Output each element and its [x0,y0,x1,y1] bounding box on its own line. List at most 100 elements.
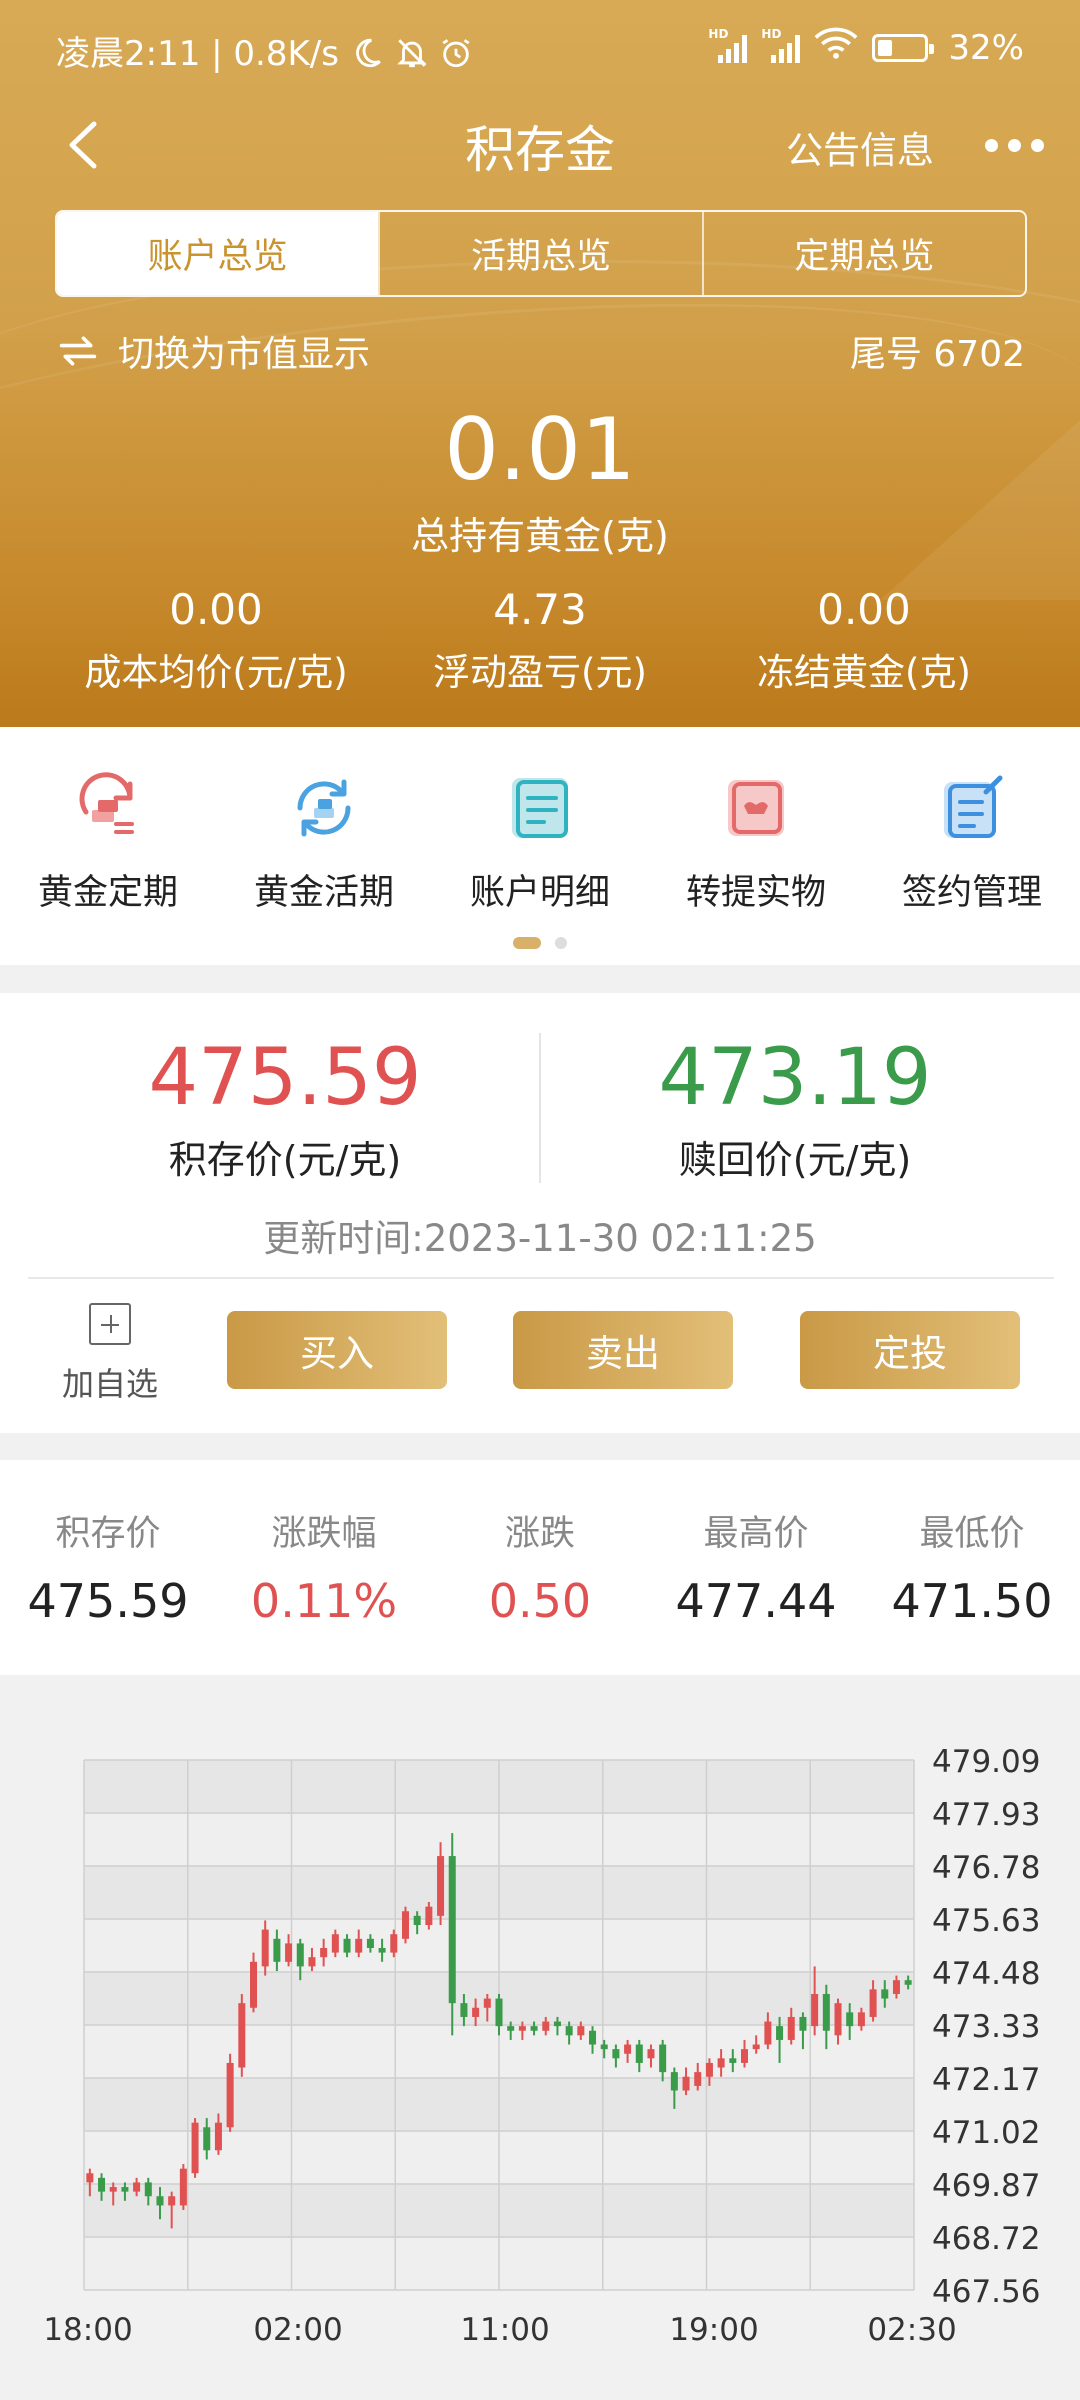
pager-dot-active [513,937,541,949]
cost-avg-stat: 0.00 成本均价(元/克) [36,585,396,696]
buy-price-block: 475.59 积存价(元/克) [15,1033,555,1184]
signal-hd-icon: HD [708,27,748,63]
price-chart[interactable]: 479.09 477.93 476.78 475.63 474.48 473.33 472.… [0,1675,1080,2400]
tab-current-overview[interactable]: 活期总览 [378,212,701,295]
tab-account-overview[interactable]: 账户总览 [57,212,379,295]
sell-button[interactable]: 卖出 [513,1311,733,1389]
candle-body [624,2044,632,2054]
candle-body [483,1998,491,2008]
candle-body [507,2026,515,2031]
stat-col: 积存价 475.59 [0,1505,216,1628]
market-stat-value: 0.11% [250,1574,398,1628]
y-tick-label: 475.63 [932,1903,1040,1939]
candle-body [472,2007,480,2017]
candle-body [343,1938,351,1953]
candle-body [565,2026,573,2036]
candle-body [659,2044,667,2073]
tab-fixed-overview[interactable]: 定期总览 [701,212,1025,295]
market-stat-label: 最高价 [703,1514,809,1554]
back-button[interactable] [50,110,120,180]
candlestick-chart-svg: 479.09 477.93 476.78 475.63 474.48 473.33 472.… [43,1744,1040,2348]
market-stat-label: 涨跌 [504,1514,575,1554]
candle-body [705,2062,713,2077]
candle-body [285,1943,293,1962]
account-tail-number: 尾号 6702 [849,334,1025,375]
frozen-gold-stat: 0.00 冻结黄金(克) [684,585,1044,696]
market-stat-label: 涨跌幅 [271,1514,377,1554]
switch-market-value-toggle[interactable]: 切换为市值显示 [56,325,370,377]
candle-body [191,2122,199,2174]
market-stat-label: 积存价 [55,1514,161,1554]
menu-pager [0,937,1080,949]
physical-gold-icon [728,780,784,836]
candle-body [86,2173,94,2183]
candle-body [553,2021,561,2027]
candle-body [846,2012,854,2027]
auto-invest-button[interactable]: 定投 [800,1311,1020,1389]
candle-body [413,1915,421,1926]
quick-item-gold-current[interactable]: 黄金活期 [216,772,432,915]
sell-price-label: 赎回价(元/克) [678,1138,912,1182]
x-tick-label: 02:30 [867,2312,956,2348]
candle-body [401,1911,409,1939]
status-time-speed: 凌晨2:11 | 0.8K/s [56,34,339,74]
market-stat-label: 最低价 [919,1514,1025,1554]
y-tick-label: 468.72 [932,2221,1040,2257]
candle-body [98,2177,106,2192]
candle-body [881,1989,889,1999]
candle-body [390,1934,398,1953]
price-card: 475.59 积存价(元/克) 473.19 赎回价(元/克) 更新时间:202… [0,993,1080,1433]
more-button[interactable] [985,120,1055,170]
add-square-icon [89,1303,131,1345]
pager-dot [555,937,567,949]
chevron-left-icon [69,121,97,169]
x-tick-label: 02:00 [253,2312,342,2348]
stat-col: 最低价 471.50 [864,1505,1080,1628]
market-stats-card: 积存价 475.59 涨跌幅 0.11% 涨跌 0.50 最高价 477.44 … [0,1460,1080,1675]
notice-info-link[interactable]: 公告信息 [786,120,934,174]
quick-item-physical-gold[interactable]: 转提实物 [648,772,864,915]
market-stat-value: 0.50 [488,1574,592,1628]
candle-body [857,2012,865,2027]
x-tick-label: 19:00 [669,2312,758,2348]
stat-value: 0.00 [169,585,263,634]
stat-col: 涨跌 0.50 [432,1505,648,1628]
candle-body [589,2030,597,2045]
candle-body [682,2076,690,2091]
stat-col: 涨跌幅 0.11% [216,1505,432,1628]
quick-menu: 黄金定期 黄金活期 账户明细 转提实物 签约管理 [0,727,1080,965]
candle-body [133,2182,141,2192]
buy-button[interactable]: 买入 [227,1311,447,1389]
candle-body [460,2003,468,2017]
quick-item-account-detail[interactable]: 账户明细 [432,772,648,915]
y-tick-label: 476.78 [932,1850,1040,1886]
add-favorite-button[interactable]: 加自选 [50,1303,170,1405]
candle-body [904,1980,912,1985]
total-gold-value: 0.01 [444,400,636,500]
candle-body [226,2062,234,2128]
update-time: 更新时间:2023-11-30 02:11:25 [263,1217,817,1260]
quick-item-gold-fixed[interactable]: 黄金定期 [0,772,216,915]
status-bar: 凌晨2:11 | 0.8K/s HD HD 32% [0,0,1080,100]
candle-body [787,2016,795,2040]
candle-body [635,2044,643,2063]
y-tick-label: 467.56 [932,2274,1040,2310]
candle-body [740,2049,748,2063]
gold-current-icon [297,779,351,837]
nav-bar: 积存金 公告信息 [0,100,1080,190]
candle-body [296,1943,304,1967]
candle-body [425,1906,433,1926]
candle-body [331,1934,339,1953]
alarm-icon [439,34,473,74]
quick-item-label: 转提实物 [685,873,826,913]
y-tick-label: 469.87 [932,2168,1040,2204]
y-tick-label: 479.09 [932,1744,1040,1780]
quick-item-contract-manage[interactable]: 签约管理 [864,772,1080,915]
candle-body [647,2049,655,2059]
x-tick-label: 18:00 [43,2312,132,2348]
candle-body [600,2044,608,2050]
candle-body [752,2044,760,2050]
candle-body [156,2196,164,2206]
wifi-icon [814,26,858,69]
candle-body [448,1856,456,2004]
